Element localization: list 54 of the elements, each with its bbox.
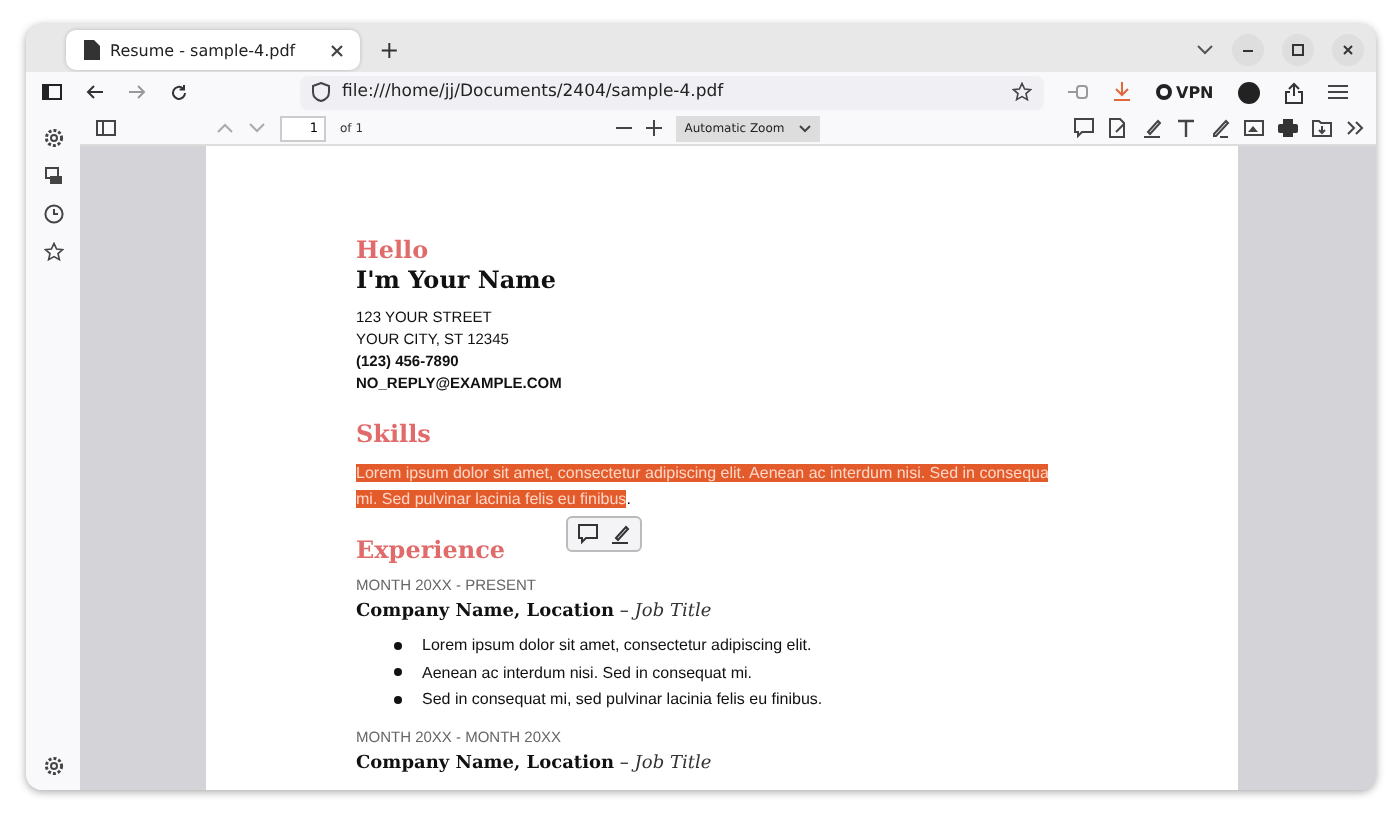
highlighter-icon[interactable] (610, 524, 630, 544)
ring-icon (1156, 84, 1172, 100)
bullet-icon (394, 695, 402, 704)
job-heading: Company Name, Location – Job Title (356, 751, 714, 777)
forward-arrow-icon (128, 84, 146, 100)
star-icon[interactable] (1012, 82, 1032, 102)
menu-icon[interactable] (1327, 84, 1348, 100)
settings-icon[interactable] (43, 756, 63, 776)
bullet-text: Sed in consequat mi, sed pulvinar lacinia felis eu finibus. (422, 688, 823, 712)
address-bar[interactable]: file:///home/jj/Documents/2404/sample-4.pdf (300, 75, 1044, 109)
comment-icon[interactable] (1074, 118, 1095, 138)
bullet-icon (394, 641, 402, 650)
comment-icon[interactable] (578, 524, 598, 544)
close-icon[interactable] (1332, 34, 1364, 66)
image-icon[interactable] (1244, 118, 1265, 138)
document-icon (82, 40, 100, 60)
name-heading: I'm Your Name (356, 266, 558, 296)
bullet-text: Aenean ac interdum nisi. Sed in consequat mi. (422, 661, 752, 686)
shield-icon (312, 82, 330, 102)
sidebar-icon[interactable] (42, 84, 62, 100)
clock-icon[interactable] (43, 204, 63, 224)
highlighter-icon[interactable] (1142, 118, 1163, 138)
zoom-in-icon[interactable] (646, 120, 663, 136)
tabs-icon[interactable] (43, 166, 63, 186)
new-tab-button[interactable]: + (373, 36, 406, 64)
section-heading: Skills (356, 418, 433, 450)
pen-icon[interactable] (1210, 118, 1231, 138)
chevron-up-icon (216, 122, 234, 134)
job-heading: Company Name, Location – Job Title (356, 600, 714, 626)
maximize-icon[interactable] (1282, 34, 1314, 66)
reload-icon[interactable] (170, 83, 188, 101)
vpn-button[interactable]: VPN (1156, 83, 1214, 101)
caret-icon (798, 123, 813, 133)
back-arrow-icon[interactable] (86, 84, 104, 100)
double-chevron-icon[interactable] (1346, 120, 1365, 136)
text-icon[interactable] (1176, 118, 1197, 138)
download-icon[interactable] (1112, 82, 1132, 102)
save-icon[interactable] (1312, 118, 1333, 138)
signature-icon[interactable] (1108, 118, 1129, 138)
chevron-down-icon (248, 122, 266, 134)
account-icon[interactable] (1237, 81, 1260, 103)
browser-tab[interactable]: Resume - sample-4.pdf (66, 30, 360, 70)
section-heading: Experience (356, 534, 508, 566)
punctuation: . (626, 490, 631, 508)
star-icon[interactable] (43, 242, 63, 262)
gear-icon[interactable] (43, 128, 63, 148)
bullet-text: Lorem ipsum dolor sit amet, consectetur adipiscing elit. (422, 634, 812, 658)
close-icon[interactable] (329, 43, 344, 57)
chevron-down-icon[interactable] (1196, 44, 1214, 56)
key-icon[interactable] (1068, 84, 1088, 100)
sidebar-icon[interactable] (96, 120, 116, 136)
bullet-icon (394, 668, 402, 677)
greeting-heading: Hello (356, 236, 431, 266)
share-icon[interactable] (1283, 81, 1304, 103)
